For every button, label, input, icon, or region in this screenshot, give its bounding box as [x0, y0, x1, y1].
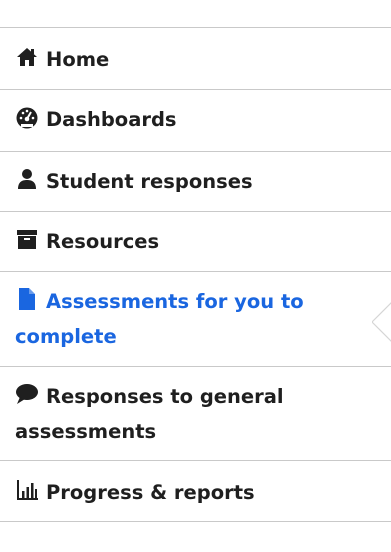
nav-item-label: Student responses [46, 170, 253, 193]
nav-item-resources[interactable]: Resources [0, 223, 378, 259]
dashboard-gauge-icon [15, 105, 39, 129]
home-icon [15, 45, 39, 69]
nav-item-label: Home [46, 48, 110, 71]
divider [0, 366, 391, 367]
nav-item-label-line1: Assessments for you to [46, 290, 304, 313]
nav-item-label-line2: complete [15, 325, 117, 348]
nav-item-home[interactable]: Home [0, 41, 378, 77]
nav-item-assessments-for-you[interactable]: Assessments for you to complete [0, 283, 378, 354]
divider [0, 211, 391, 212]
divider [0, 151, 391, 152]
document-icon [15, 287, 39, 311]
divider [0, 460, 391, 461]
bar-chart-icon [15, 478, 39, 502]
divider [0, 89, 391, 90]
divider [0, 27, 391, 28]
nav-item-label: Resources [46, 230, 160, 253]
nav-item-label-line2: assessments [15, 420, 157, 443]
nav-item-student-responses[interactable]: Student responses [0, 163, 378, 199]
nav-item-label: Progress & reports [46, 481, 255, 504]
nav-item-label: Dashboards [46, 108, 177, 131]
nav-item-responses-general[interactable]: Responses to general assessments [0, 378, 378, 449]
nav-item-progress-reports[interactable]: Progress & reports [0, 474, 378, 510]
divider [0, 521, 391, 522]
speech-bubble-icon [15, 382, 39, 406]
divider [0, 271, 391, 272]
sidebar-nav: Home Dashboards Student responses Resour… [0, 0, 391, 552]
nav-item-label-line1: Responses to general [46, 385, 284, 408]
user-icon [15, 167, 39, 191]
nav-item-dashboards[interactable]: Dashboards [0, 101, 378, 137]
archive-box-icon [15, 227, 39, 251]
